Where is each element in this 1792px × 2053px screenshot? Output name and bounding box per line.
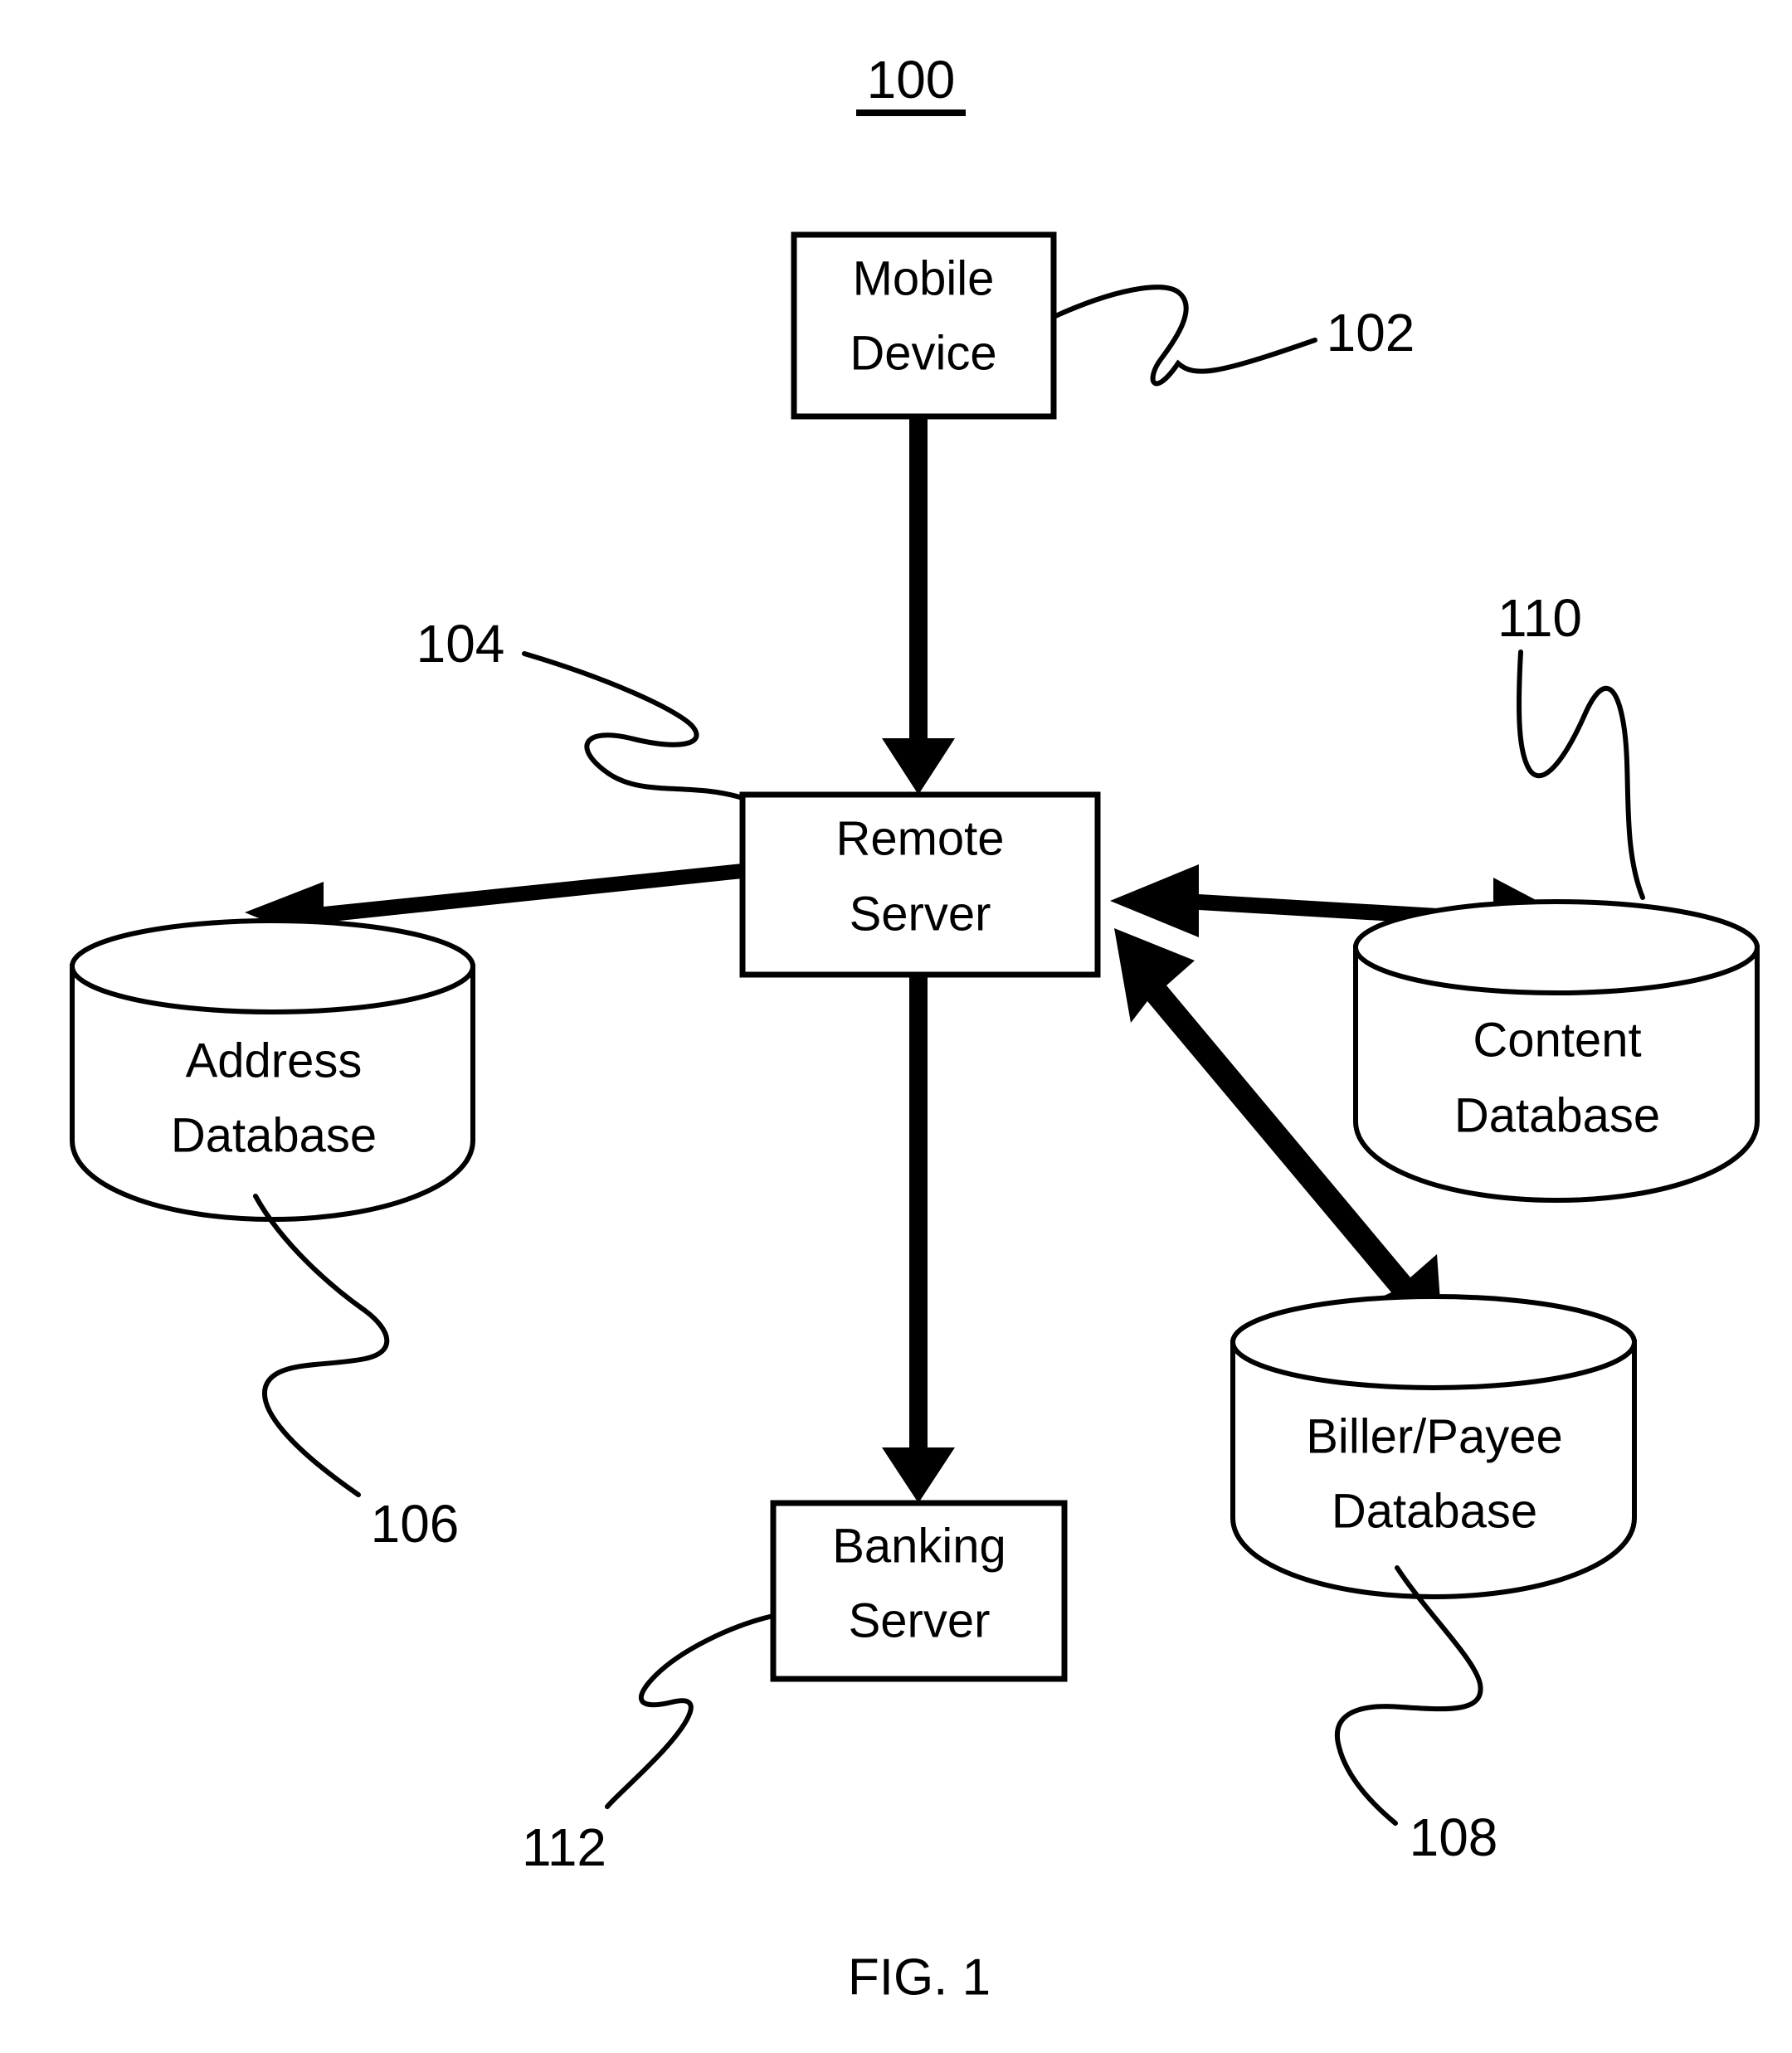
address-database-cylinder-top xyxy=(70,918,475,1014)
content-database-cylinder-top xyxy=(1353,899,1760,995)
reference-106-group: 106 xyxy=(253,1194,460,1554)
reference-number-108: 108 xyxy=(1410,1807,1498,1867)
address-database-label-line2: Database xyxy=(171,1108,377,1162)
content-database-label-line2: Database xyxy=(1454,1088,1660,1142)
reference-108-group: 108 xyxy=(1334,1565,1498,1867)
node-biller-payee-database[interactable]: Biller/Payee Database xyxy=(1230,1294,1637,1600)
reference-112-leader-line xyxy=(605,1613,776,1809)
reference-106-leader-line xyxy=(253,1194,390,1497)
banking-server-label-line2: Server xyxy=(849,1593,991,1647)
node-mobile-device[interactable]: Mobile Device xyxy=(791,231,1057,420)
reference-number-112: 112 xyxy=(522,1817,606,1877)
address-database-label-line1: Address xyxy=(186,1034,363,1087)
figure-number-100: 100 xyxy=(867,50,956,109)
reference-number-102: 102 xyxy=(1327,303,1415,362)
biller-payee-database-cylinder-top xyxy=(1230,1294,1637,1390)
node-remote-server[interactable]: Remote Server xyxy=(739,791,1101,978)
content-database-label-line1: Content xyxy=(1473,1013,1641,1067)
reference-110-leader-line xyxy=(1516,649,1645,900)
reference-102-group: 102 xyxy=(1051,285,1415,387)
reference-102-leader-line xyxy=(1051,285,1317,387)
reference-104-group: 104 xyxy=(416,614,745,800)
node-content-database[interactable]: Content Database xyxy=(1353,899,1760,1204)
biller-payee-database-label-line1: Biller/Payee xyxy=(1306,1409,1562,1463)
remote-server-label-line2: Server xyxy=(850,887,991,941)
arrow-remote-to-banking xyxy=(882,975,955,1503)
reference-number-110: 110 xyxy=(1497,588,1582,648)
system-architecture-diagram: 100 Mobile Device 102 Remote Server 104 … xyxy=(70,50,1760,2006)
arrow-mobile-to-remote xyxy=(882,415,955,795)
banking-server-label-line1: Banking xyxy=(832,1519,1006,1573)
figure-number-group: 100 xyxy=(856,50,966,116)
reference-108-leader-line xyxy=(1334,1565,1483,1826)
biller-payee-database-label-line2: Database xyxy=(1332,1484,1537,1538)
node-banking-server[interactable]: Banking Server xyxy=(770,1500,1068,1682)
reference-number-104: 104 xyxy=(416,614,505,674)
remote-server-label-line1: Remote xyxy=(835,811,1004,865)
mobile-device-label-line2: Device xyxy=(850,326,996,380)
reference-104-leader-line xyxy=(522,651,745,800)
reference-number-106: 106 xyxy=(371,1494,460,1554)
reference-110-group: 110 xyxy=(1497,588,1645,900)
reference-112-group: 112 xyxy=(522,1613,776,1877)
mobile-device-label-line1: Mobile xyxy=(853,251,995,305)
patent-figure-1: 100 Mobile Device 102 Remote Server 104 … xyxy=(0,0,1792,2053)
figure-caption: FIG. 1 xyxy=(848,1948,991,2006)
node-address-database[interactable]: Address Database xyxy=(70,918,475,1223)
